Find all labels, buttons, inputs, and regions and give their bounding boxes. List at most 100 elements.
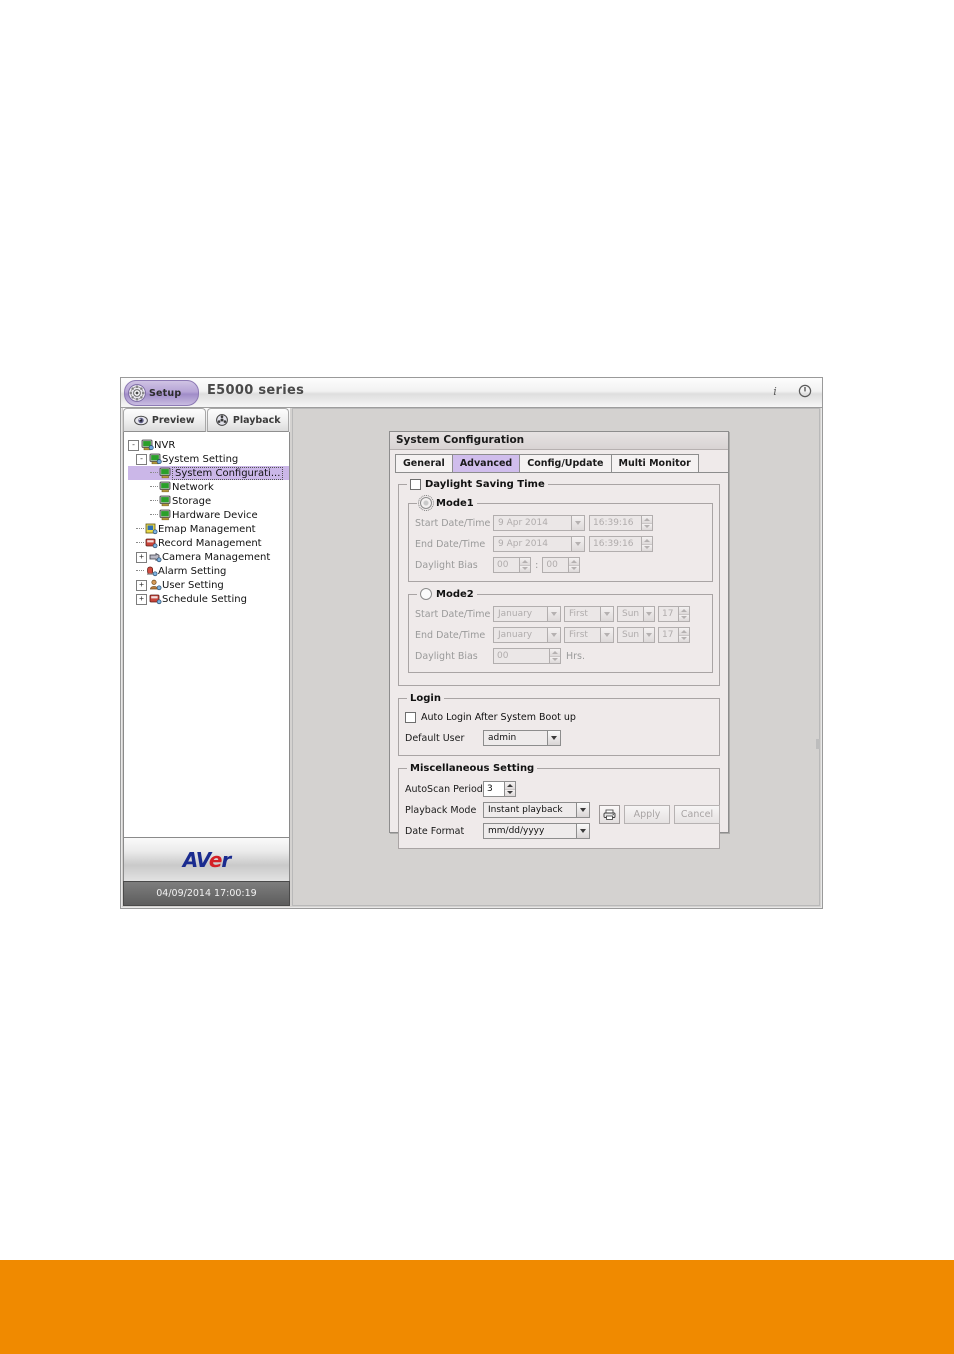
mode2-end-hour-spinner[interactable]: 17 <box>658 627 690 643</box>
daylight-saving-checkbox[interactable] <box>410 479 421 490</box>
chevron-down-icon[interactable] <box>571 515 585 531</box>
mode1-bias-hours-spinner[interactable]: 00 <box>493 557 531 573</box>
mode2-end-label: End Date/Time <box>415 629 486 641</box>
chevron-down-icon[interactable] <box>643 627 655 643</box>
tree-item-schedule-setting[interactable]: + Schedule Setting <box>128 592 289 606</box>
spinner-down-icon[interactable] <box>679 614 689 621</box>
mode2-radio[interactable] <box>420 588 432 600</box>
spinner-buttons[interactable] <box>678 627 690 643</box>
default-user-combo[interactable]: admin <box>483 730 561 746</box>
tab-playback[interactable]: Playback <box>206 408 289 432</box>
collapse-toggle-icon[interactable]: - <box>128 439 139 451</box>
tab-advanced[interactable]: Advanced <box>451 454 521 472</box>
expand-toggle-icon[interactable]: + <box>136 579 147 591</box>
spinner-up-icon[interactable] <box>679 628 689 636</box>
mode2-end-day-combo[interactable]: Sun <box>617 627 655 643</box>
chevron-down-icon[interactable] <box>547 730 561 746</box>
chevron-down-icon[interactable] <box>576 802 590 818</box>
tree-item-system-setting[interactable]: - System Setting <box>128 452 289 466</box>
tree-item-user-setting[interactable]: + User Setting <box>128 578 289 592</box>
chevron-down-icon[interactable] <box>576 823 590 839</box>
spinner-buttons[interactable] <box>549 648 561 664</box>
tree-item-emap-management[interactable]: Emap Management <box>128 522 289 536</box>
expand-toggle-icon[interactable]: + <box>136 593 147 605</box>
chevron-down-icon[interactable] <box>600 627 614 643</box>
auto-login-checkbox[interactable] <box>405 711 416 723</box>
chevron-down-icon[interactable] <box>643 606 655 622</box>
mode2-bias-spinner[interactable]: 00 <box>493 648 561 664</box>
cancel-button[interactable]: Cancel <box>674 805 720 824</box>
spinner-buttons[interactable] <box>568 557 581 573</box>
mode1-bias-minutes-spinner[interactable]: 00 <box>542 557 581 573</box>
tree-connector <box>150 500 158 502</box>
spinner-up-icon[interactable] <box>569 558 580 566</box>
mode2-end-week-combo[interactable]: First <box>564 627 614 643</box>
tree-item-nvr[interactable]: - NVR <box>128 438 289 452</box>
chevron-down-icon[interactable] <box>547 627 561 643</box>
mode2-start-week-combo[interactable]: First <box>564 606 614 622</box>
mode2-start-day-combo[interactable]: Sun <box>617 606 655 622</box>
mode1-start-date-combo[interactable]: 9 Apr 2014 <box>493 515 585 531</box>
tree-item-alarm-setting[interactable]: Alarm Setting <box>128 564 289 578</box>
scroll-indicator[interactable] <box>816 739 820 749</box>
mode1-end-time-spinner[interactable]: 16:39:16 <box>589 536 653 552</box>
miscellaneous-legend: Miscellaneous Setting <box>410 763 535 774</box>
tab-general[interactable]: General <box>395 454 453 472</box>
tree-item-hardware-device[interactable]: Hardware Device <box>128 508 289 522</box>
power-icon[interactable] <box>796 382 814 400</box>
printer-button[interactable] <box>599 805 620 824</box>
expand-toggle-icon[interactable]: + <box>136 551 147 563</box>
spinner-down-icon[interactable] <box>642 544 652 551</box>
mode2-end-month-combo[interactable]: January <box>493 627 561 643</box>
info-icon[interactable]: i <box>766 382 784 400</box>
date-format-combo[interactable]: mm/dd/yyyy <box>483 823 590 839</box>
autoscan-period-spinner[interactable]: 3 <box>483 781 516 797</box>
tab-preview[interactable]: Preview <box>123 408 206 432</box>
spinner-up-icon[interactable] <box>520 558 530 566</box>
spinner-buttons[interactable] <box>641 536 653 552</box>
chevron-down-icon[interactable] <box>600 606 614 622</box>
spinner-down-icon[interactable] <box>550 656 560 663</box>
mode2-end-day-value: Sun <box>617 627 644 643</box>
mode2-start-hour-value: 17 <box>658 606 678 622</box>
spinner-down-icon[interactable] <box>505 789 515 796</box>
daylight-saving-legend: Daylight Saving Time <box>407 479 548 490</box>
spinner-up-icon[interactable] <box>550 649 560 657</box>
collapse-toggle-icon[interactable]: - <box>136 453 147 465</box>
setup-button[interactable]: Setup <box>124 380 199 406</box>
mode1-bias-row: Daylight Bias 00 : 00 <box>415 555 706 575</box>
spinner-buttons[interactable] <box>519 557 531 573</box>
chevron-down-icon[interactable] <box>571 536 585 552</box>
tree-item-label: Emap Management <box>158 523 256 535</box>
mode1-radio[interactable] <box>418 495 434 511</box>
tab-multi-monitor[interactable]: Multi Monitor <box>610 454 699 472</box>
spinner-up-icon[interactable] <box>642 516 652 524</box>
auto-login-row[interactable]: Auto Login After System Boot up <box>405 709 713 725</box>
spinner-buttons[interactable] <box>678 606 690 622</box>
mode1-bias-minutes-value: 00 <box>542 557 569 573</box>
tab-config-update[interactable]: Config/Update <box>519 454 612 472</box>
chevron-down-icon[interactable] <box>547 606 561 622</box>
tree-item-storage[interactable]: Storage <box>128 494 289 508</box>
apply-button[interactable]: Apply <box>624 805 670 824</box>
playback-mode-combo[interactable]: Instant playback <box>483 802 590 818</box>
mode2-start-hour-spinner[interactable]: 17 <box>658 606 690 622</box>
mode1-start-time-spinner[interactable]: 16:39:16 <box>589 515 653 531</box>
spinner-down-icon[interactable] <box>679 635 689 642</box>
spinner-buttons[interactable] <box>504 781 516 797</box>
tree-connector <box>150 514 158 516</box>
spinner-buttons[interactable] <box>641 515 653 531</box>
mode2-start-month-combo[interactable]: January <box>493 606 561 622</box>
navigation-tree[interactable]: - NVR - System Setting System Configurati...… <box>123 432 290 838</box>
spinner-down-icon[interactable] <box>642 523 652 530</box>
spinner-up-icon[interactable] <box>505 782 515 790</box>
tree-item-network[interactable]: Network <box>128 480 289 494</box>
tree-item-record-management[interactable]: Record Management <box>128 536 289 550</box>
tree-item-system-configurati[interactable]: System Configurati... <box>128 466 289 480</box>
spinner-up-icon[interactable] <box>642 537 652 545</box>
mode1-end-date-combo[interactable]: 9 Apr 2014 <box>493 536 585 552</box>
spinner-up-icon[interactable] <box>679 607 689 615</box>
spinner-down-icon[interactable] <box>569 565 580 572</box>
tree-item-camera-management[interactable]: + Camera Management <box>128 550 289 564</box>
spinner-down-icon[interactable] <box>520 565 530 572</box>
